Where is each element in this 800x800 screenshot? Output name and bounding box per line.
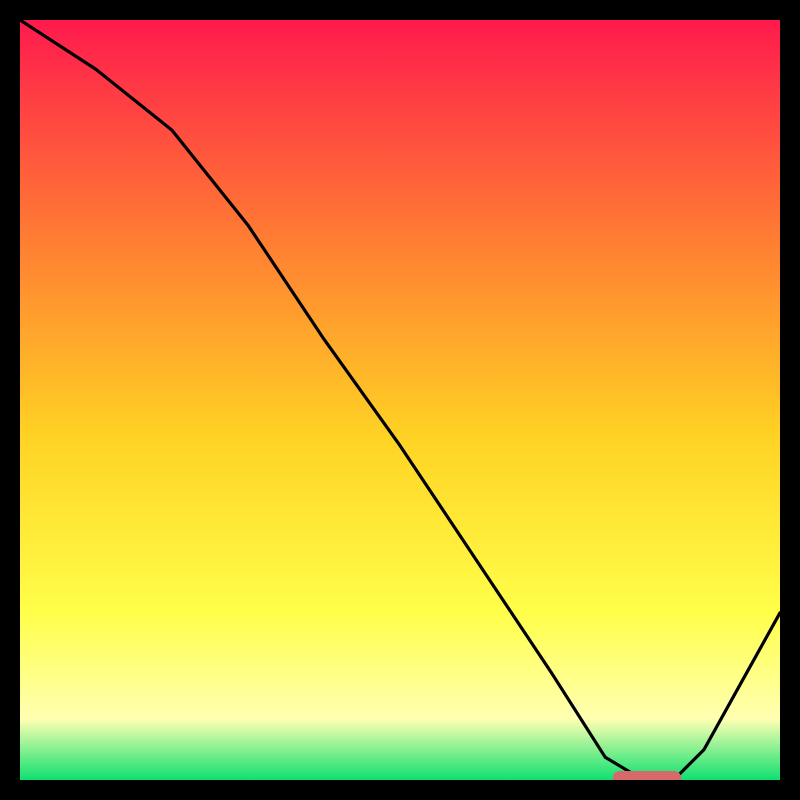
- chart-svg: [20, 20, 780, 780]
- gradient-background: [20, 20, 780, 780]
- optimal-range-marker: [613, 771, 681, 780]
- chart-frame: TheBottleneck.com: [20, 20, 780, 780]
